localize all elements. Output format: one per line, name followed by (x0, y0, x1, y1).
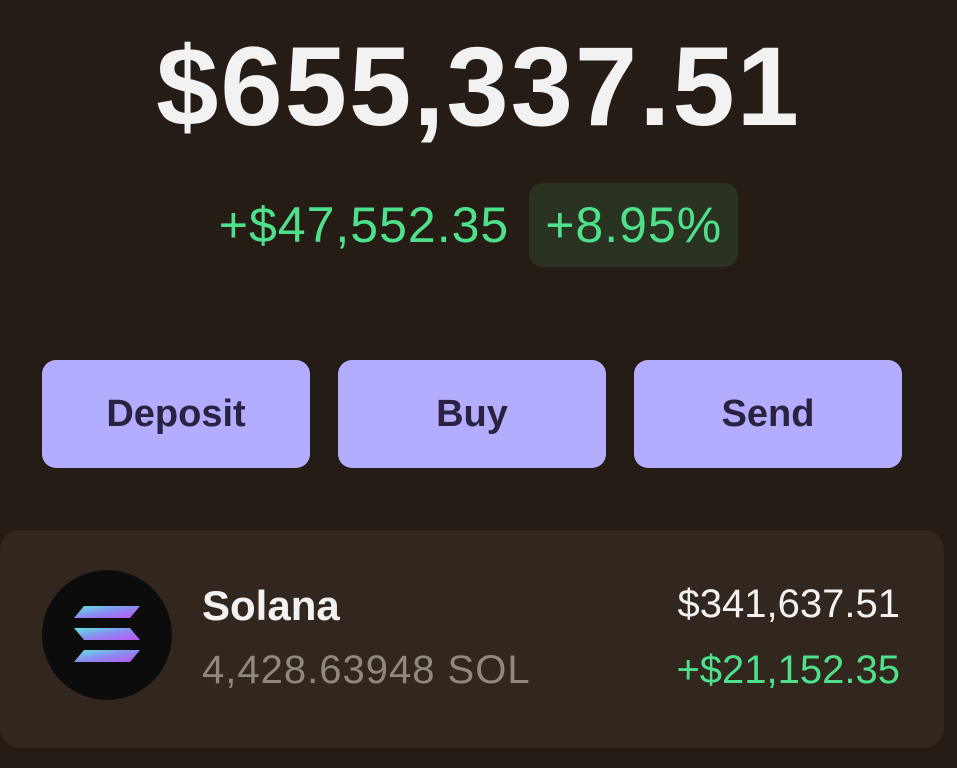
buy-button[interactable]: Buy (338, 360, 606, 468)
portfolio-balance: $655,337.51 (156, 24, 801, 149)
portfolio-change-amount: +$47,552.35 (218, 197, 510, 253)
portfolio-change-row: +$47,552.35 +8.95% (0, 183, 957, 267)
token-change: +$21,152.35 (676, 648, 900, 692)
token-name: Solana (202, 582, 340, 629)
portfolio-change-percent-badge: +8.95% (529, 183, 739, 267)
token-value: $341,637.51 (677, 582, 900, 626)
token-row-solana[interactable]: Solana 4,428.63948 SOL $341,637.51 +$21,… (0, 530, 944, 748)
token-amount: 4,428.63948 SOL (202, 648, 531, 692)
solana-logo-icon (42, 570, 172, 700)
deposit-button[interactable]: Deposit (42, 360, 310, 468)
send-button[interactable]: Send (634, 360, 902, 468)
action-buttons: Deposit Buy Send (42, 360, 902, 468)
